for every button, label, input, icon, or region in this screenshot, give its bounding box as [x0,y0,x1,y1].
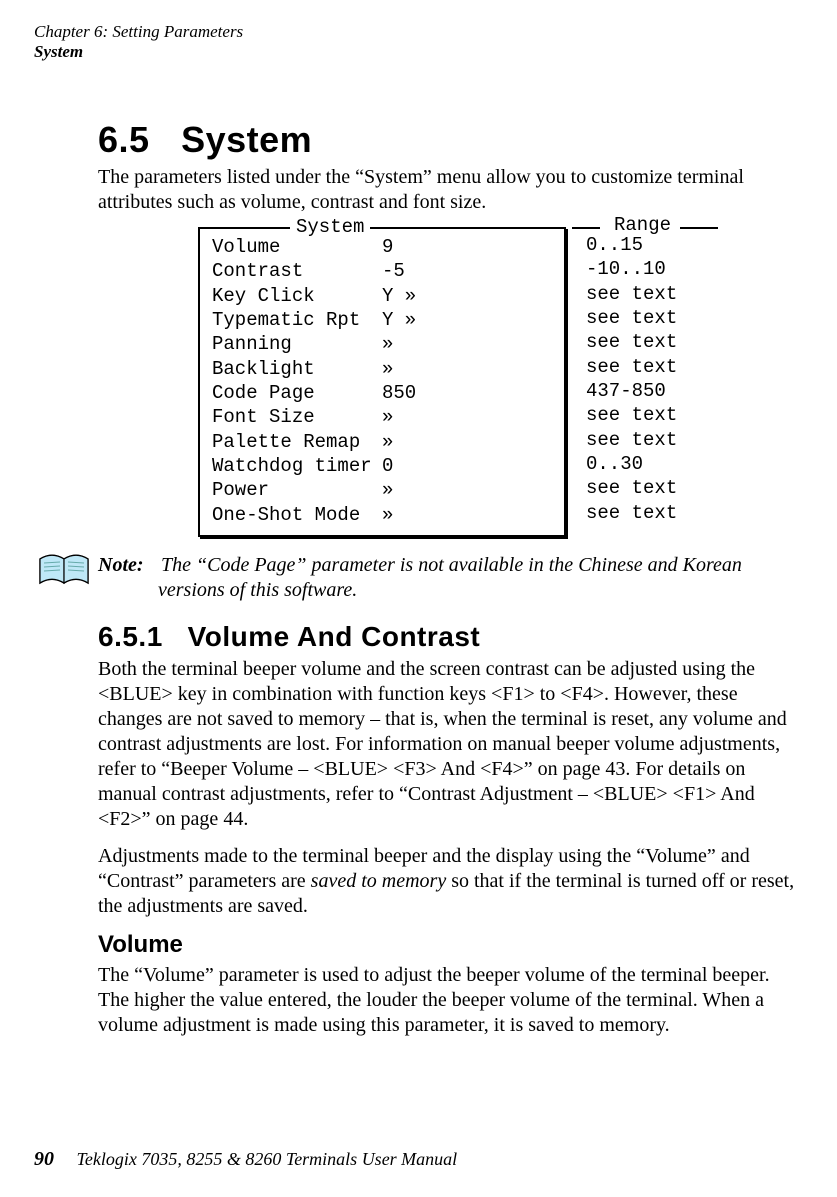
para2-em: saved to memory [311,870,447,892]
subsection-para2: Adjustments made to the terminal beeper … [98,844,799,919]
range-title: Range [608,213,677,237]
range-row: -10..10 [586,257,758,281]
menu-row: Key ClickY » [212,284,552,308]
menu-row: Palette Remap» [212,430,552,454]
range-row: see text [586,355,758,379]
note-line2: versions of this software. [158,578,742,603]
range-row: see text [586,476,758,500]
note-line1: The “Code Page” parameter is not availab… [161,554,742,576]
subsection-para1: Both the terminal beeper volume and the … [98,657,799,832]
range-column: Range 0..15 -10..10 see text see text se… [566,227,758,537]
menu-row: Panning» [212,332,552,356]
range-row: see text [586,282,758,306]
book-icon [38,553,92,594]
manual-title: Teklogix 7035, 8255 & 8260 Terminals Use… [77,1149,458,1169]
section-heading: 6.5 System [98,119,799,161]
system-menu-diagram: System Volume9 Contrast-5 Key ClickY » T… [198,227,758,537]
menu-row: Font Size» [212,405,552,429]
volume-para: The “Volume” parameter is used to adjust… [98,963,799,1038]
section-title: System [181,119,312,160]
menu-row: Typematic RptY » [212,308,552,332]
section-number: 6.5 [98,119,150,160]
system-box-title: System [290,215,370,239]
section-intro: The parameters listed under the “System”… [98,165,799,215]
note-text: Note: The “Code Page” parameter is not a… [98,553,742,603]
system-box: System Volume9 Contrast-5 Key ClickY » T… [198,227,566,537]
menu-row: Backlight» [212,357,552,381]
menu-row: Volume9 [212,235,552,259]
header-topic: System [34,42,799,62]
subsection-heading: 6.5.1 Volume And Contrast [98,621,799,653]
range-row: see text [586,306,758,330]
menu-row: One-Shot Mode» [212,503,552,527]
subsection-title: Volume And Contrast [188,621,481,652]
range-row: see text [586,403,758,427]
subsection-number: 6.5.1 [98,621,163,652]
page-number: 90 [34,1148,54,1170]
header-chapter: Chapter 6: Setting Parameters [34,22,799,42]
page: Chapter 6: Setting Parameters System 6.5… [0,0,837,1197]
volume-heading: Volume [98,931,799,959]
menu-rows: Volume9 Contrast-5 Key ClickY » Typemati… [212,235,552,527]
menu-row: Contrast-5 [212,259,552,283]
content-block: 6.5 System The parameters listed under t… [98,119,799,1038]
range-row: 0..30 [586,452,758,476]
range-row: see text [586,330,758,354]
range-row: see text [586,428,758,452]
note-label: Note: [98,553,156,578]
page-footer: 90 Teklogix 7035, 8255 & 8260 Terminals … [34,1148,457,1171]
note-block: Note: The “Code Page” parameter is not a… [38,553,799,603]
menu-row: Power» [212,478,552,502]
running-header: Chapter 6: Setting Parameters System [34,22,799,61]
menu-row: Code Page850 [212,381,552,405]
range-row: 437-850 [586,379,758,403]
range-row: see text [586,501,758,525]
menu-row: Watchdog timer0 [212,454,552,478]
